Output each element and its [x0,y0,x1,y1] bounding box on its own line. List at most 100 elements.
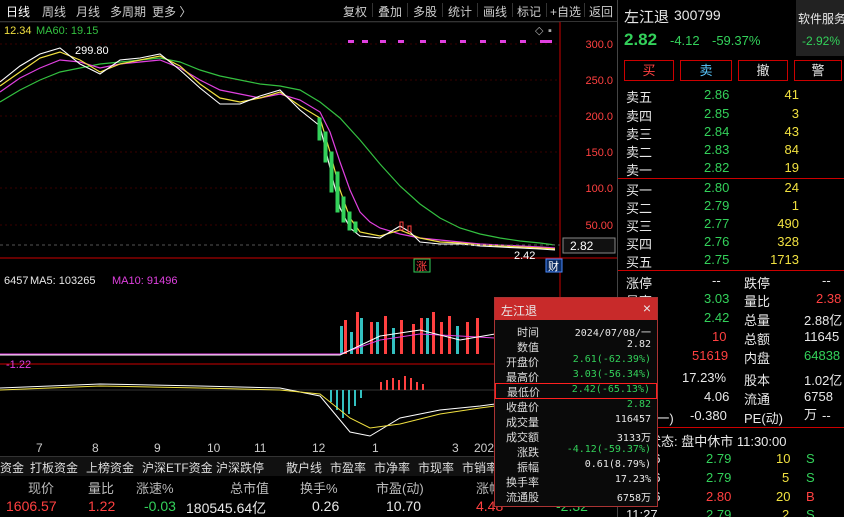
mark-button[interactable]: 标记 [517,3,541,20]
summary-label: 换手% [300,481,338,496]
draw-line-button[interactable]: 画线 [483,3,507,20]
popup-row: 开盘价 2.61(-62.39%) [506,354,651,369]
summary-label: 现价 [28,481,55,496]
tab-multi-period[interactable]: 多周期 [110,3,146,20]
ask-row: 卖二 2.83 84 [626,142,799,160]
tab-ps[interactable]: 市销率 [462,459,498,476]
finance-tag: 财 [548,259,559,273]
summary-label: 量比 [88,481,115,496]
sell-button[interactable]: 卖 [680,60,732,81]
tab-more[interactable]: 更多 〉 [152,3,191,20]
tab-pe[interactable]: 市盈率 [330,459,366,476]
x-axis-label: 11 [254,441,267,455]
bid-row: 买五 2.75 1713 [626,252,799,270]
ma60-legend: MA60: 19.15 [36,25,98,37]
bid-row: 买一 2.80 24 [626,180,799,198]
x-axis-label: 9 [154,441,161,455]
price-change: -4.12 [670,33,700,48]
popup-row: 收盘价 2.82 [506,399,651,414]
popup-row: 成交额 3133万 [506,432,651,444]
buy-button[interactable]: 买 [624,60,674,81]
ask-row: 卖一 2.82 19 [626,160,799,178]
current-price-marker: 2.82 [570,239,594,253]
price-axis-label: 50.00 [585,220,613,232]
tab-weekly[interactable]: 周线 [42,3,66,20]
summary-value: 0.26 [312,498,340,514]
sector-name: 软件服务 [798,12,844,26]
popup-row: 最高价 3.03(-56.34%) [506,369,651,384]
stock-name: 左江退 [624,9,670,26]
ask-row: 卖三 2.84 43 [626,124,799,142]
tab-pb[interactable]: 市净率 [374,459,410,476]
x-axis-label: 10 [207,441,221,455]
summary-label: 总市值 [230,481,270,496]
tick-row: 11:27 2.79 2 S [626,507,815,517]
popup-header: 左江退 × [495,298,657,320]
current-price: 2.82 [624,30,658,49]
summary-value: 180545.64亿 [186,500,267,516]
price-change-pct: -59.37% [712,33,761,48]
volume-legend: 6457 [4,275,28,287]
tab-monthly[interactable]: 月线 [76,3,100,20]
tab-list-funds[interactable]: 上榜资金 [86,459,134,476]
tab-etf-funds[interactable]: 沪深ETF资金 [142,459,213,476]
ma5-volume-legend: MA5: 103265 [30,275,95,287]
popup-row: 换手率 17.23% [506,474,651,489]
tab-retail-line[interactable]: 散户线 [286,459,322,476]
overlay-button[interactable]: 叠加 [378,3,402,20]
summary-value: 1.22 [88,498,116,514]
chart-toolbar: 日线 周线 月线 多周期 更多 〉 复权 叠加 多股 统计 画线 标记 +自选 … [0,0,617,22]
price-axis-label: 250.0 [585,75,613,87]
bid-row: 买二 2.79 1 [626,198,799,216]
diamond-icon[interactable]: ◇ [535,25,544,37]
x-axis-label: 3 [452,441,459,455]
multi-stock-button[interactable]: 多股 [413,3,437,20]
restore-rights-button[interactable]: 复权 [343,3,367,20]
add-favorite-button[interactable]: +自选 [550,3,581,20]
stock-code: 300799 [674,7,721,23]
x-axis-label: 7 [36,441,43,455]
price-axis-label: 300.0 [585,39,613,51]
x-axis-label: 8 [92,441,99,455]
tab-limit-down[interactable]: 沪深跌停 [216,459,264,476]
popup-row: 涨跌 -4.12(-59.37%) [517,444,651,459]
popup-row-highlighted: 最低价 2.42(-65.13%) [495,383,657,399]
ma10-volume-legend: MA10: 91496 [112,275,177,287]
summary-label: 涨速% [136,481,174,496]
bid-row: 买三 2.77 490 [626,216,799,234]
x-axis-label: 202 [474,441,494,455]
price-axis-label: 100.0 [585,183,613,195]
low-price-label: 2.42 [514,250,535,262]
popup-row: 数值 2.82 [517,339,651,354]
popup-row: 时间 2024/07/08/一 [517,327,651,339]
stat-row: 涨停 -- 跌停 -- [626,273,831,291]
popup-row: 振幅 0.61(8.79%) [517,459,651,474]
expand-icon[interactable]: ▪ [548,25,552,37]
macd-legend: -1.22 [6,359,31,371]
price-axis-label: 150.0 [585,147,613,159]
candle-info-popup: 左江退 × 时间 2024/07/08/一 数值 2.82 开盘价 2.61(-… [494,297,658,507]
back-button[interactable]: 返回 [589,3,613,20]
bid-row: 买四 2.76 328 [626,234,799,252]
x-axis-label: 1 [372,441,379,455]
tab-daily[interactable]: 日线 [6,3,30,20]
summary-label: 市盈(动) [376,481,424,496]
popup-row: 成交量 116457 [506,414,651,429]
tab-pcf[interactable]: 市现率 [418,459,454,476]
cancel-order-button[interactable]: 撤 [738,60,788,81]
high-price-label: 299.80 [75,45,109,57]
close-icon[interactable]: × [643,300,651,316]
summary-value: -0.03 [144,498,176,514]
summary-value: 10.70 [386,498,422,514]
sector-pct: -2.92% [802,34,841,48]
popup-row: 流通股 6758万 [506,492,651,504]
tab-board-funds[interactable]: 打板资金 [30,459,78,476]
limit-up-tag: 涨 [416,260,427,273]
price-axis-label: 200.0 [585,111,613,123]
statistics-button[interactable]: 统计 [448,3,472,20]
popup-title: 左江退 [501,304,538,318]
tab-funds[interactable]: 资金 [0,459,24,476]
sector-box[interactable]: 软件服务 -2.92% [796,0,844,56]
summary-value: 1606.57 [6,498,57,514]
alert-button[interactable]: 警 [794,60,842,81]
